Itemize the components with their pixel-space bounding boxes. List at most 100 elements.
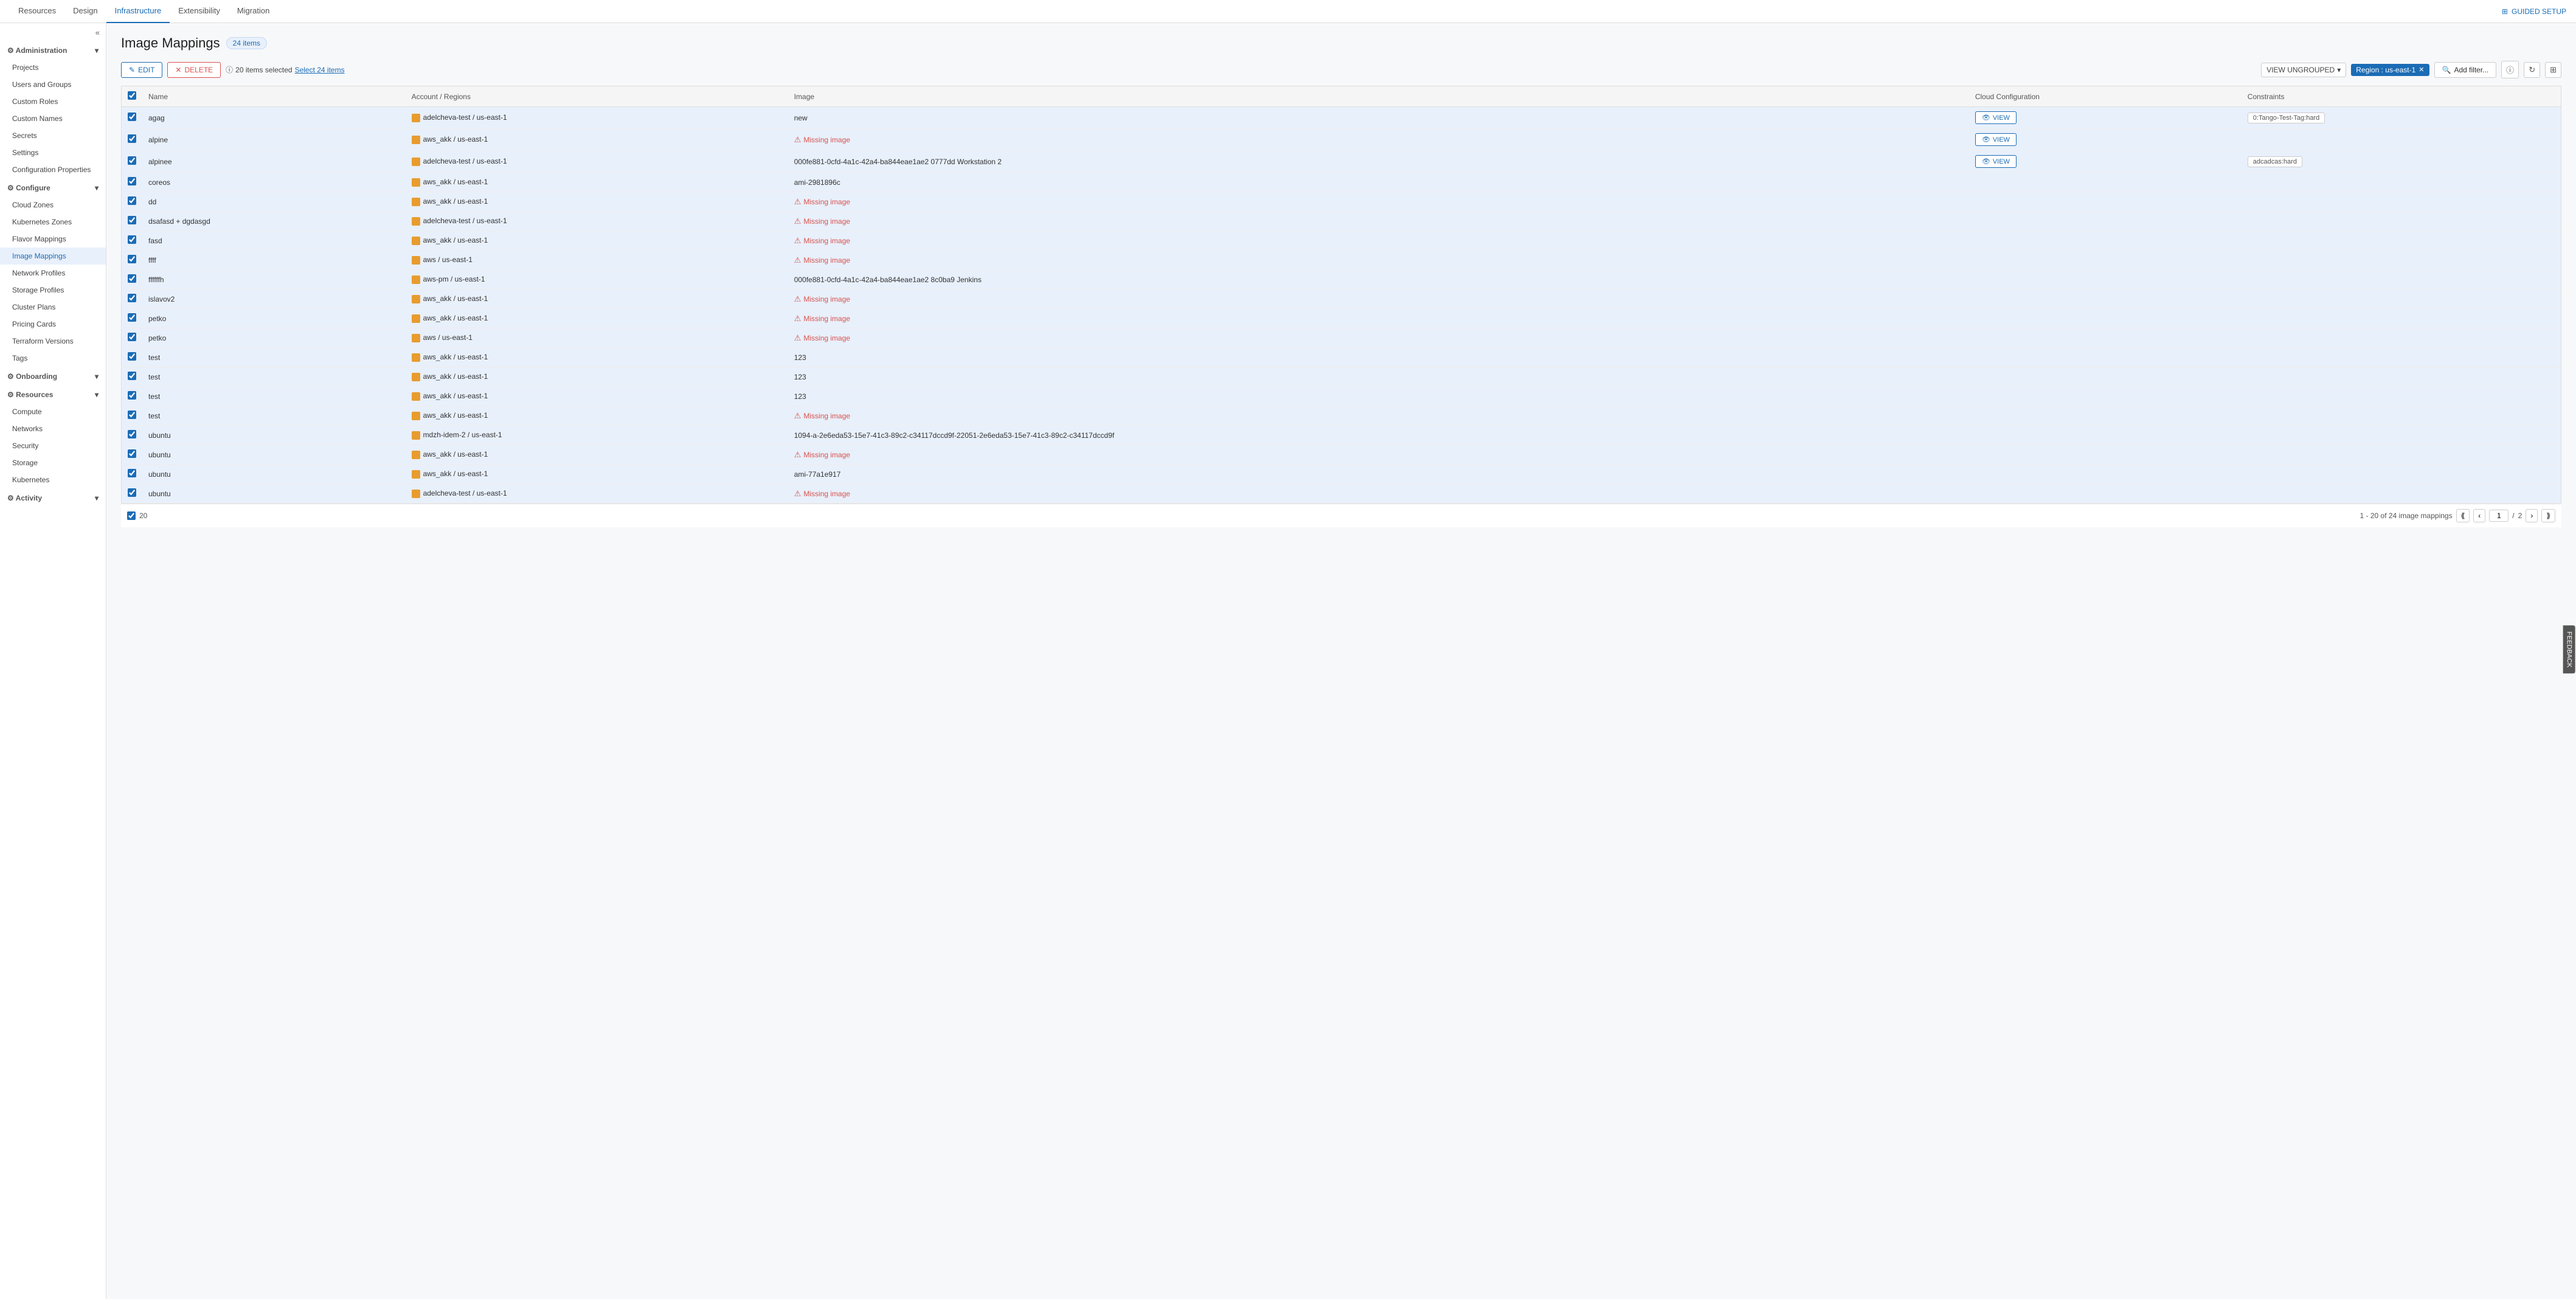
current-page-input[interactable] xyxy=(2489,510,2508,522)
filter-remove-btn[interactable]: ✕ xyxy=(2418,66,2424,74)
row-checkbox[interactable] xyxy=(128,449,136,458)
search-icon: 🔍 xyxy=(2442,66,2451,74)
sidebar-item-storage-profiles[interactable]: Storage Profiles xyxy=(0,282,106,299)
sidebar-item-cloud-zones[interactable]: Cloud Zones xyxy=(0,196,106,213)
sidebar-item-network-profiles[interactable]: Network Profiles xyxy=(0,265,106,282)
row-checkbox[interactable] xyxy=(128,113,136,121)
row-checkbox[interactable] xyxy=(128,391,136,400)
select-all-link[interactable]: Select 24 items xyxy=(295,66,345,74)
sidebar-item-custom-names[interactable]: Custom Names xyxy=(0,110,106,127)
last-page-btn[interactable]: ⟫ xyxy=(2541,509,2555,522)
prev-page-btn[interactable]: ‹ xyxy=(2473,509,2485,522)
section-configure-label: ⚙ Configure xyxy=(7,184,50,192)
columns-button[interactable]: ⊞ xyxy=(2545,62,2561,78)
view-cloud-config-btn[interactable]: 👁 VIEW xyxy=(1975,133,2017,146)
row-checkbox[interactable] xyxy=(128,255,136,263)
sidebar-item-image-mappings[interactable]: Image Mappings xyxy=(0,248,106,265)
search-button[interactable]: 🔍 Add filter... xyxy=(2434,62,2497,78)
cell-name: ffffffh xyxy=(142,270,406,289)
table-row: ddaws_akk / us-east-1⚠ Missing image xyxy=(122,192,2561,212)
missing-image-label: ⚠ Missing image xyxy=(794,135,1963,145)
view-cloud-config-btn[interactable]: 👁 VIEW xyxy=(1975,111,2017,124)
missing-image-label: ⚠ Missing image xyxy=(794,489,1963,499)
edit-button[interactable]: ✎ EDIT xyxy=(121,62,162,78)
row-checkbox[interactable] xyxy=(128,333,136,341)
sidebar-item-pricing-cards[interactable]: Pricing Cards xyxy=(0,316,106,333)
nav-infrastructure[interactable]: Infrastructure xyxy=(106,0,170,23)
edit-icon: ✎ xyxy=(129,66,135,74)
refresh-button[interactable]: ↻ xyxy=(2524,62,2540,78)
sidebar-item-config-properties[interactable]: Configuration Properties xyxy=(0,161,106,178)
info-button[interactable]: ⓘ xyxy=(2501,61,2519,78)
nav-resources[interactable]: Resources xyxy=(10,0,64,23)
row-checkbox[interactable] xyxy=(128,294,136,302)
delete-icon: ✕ xyxy=(175,66,181,74)
table-row: testaws_akk / us-east-1123 xyxy=(122,348,2561,367)
sidebar-item-cluster-plans[interactable]: Cluster Plans xyxy=(0,299,106,316)
table-row: testaws_akk / us-east-1⚠ Missing image xyxy=(122,406,2561,426)
sidebar-item-terraform-versions[interactable]: Terraform Versions xyxy=(0,333,106,350)
section-configure-header[interactable]: ⚙ Configure ▾ xyxy=(0,179,106,196)
row-checkbox[interactable] xyxy=(128,216,136,224)
section-onboarding-header[interactable]: ⚙ Onboarding ▾ xyxy=(0,368,106,385)
sidebar-item-compute[interactable]: Compute xyxy=(0,403,106,420)
sidebar-collapse-btn[interactable]: « xyxy=(0,23,106,42)
cell-image: 123 xyxy=(788,348,1969,367)
sidebar-item-users-and-groups[interactable]: Users and Groups xyxy=(0,76,106,93)
next-page-btn[interactable]: › xyxy=(2526,509,2538,522)
row-checkbox[interactable] xyxy=(128,469,136,477)
row-checkbox[interactable] xyxy=(128,372,136,380)
sidebar-item-networks[interactable]: Networks xyxy=(0,420,106,437)
row-checkbox[interactable] xyxy=(128,235,136,244)
row-checkbox[interactable] xyxy=(128,177,136,185)
sidebar-item-flavor-mappings[interactable]: Flavor Mappings xyxy=(0,230,106,248)
section-resources-header[interactable]: ⚙ Resources ▾ xyxy=(0,386,106,403)
view-cloud-config-btn[interactable]: 👁 VIEW xyxy=(1975,155,2017,168)
row-checkbox[interactable] xyxy=(128,410,136,419)
sidebar-item-tags[interactable]: Tags xyxy=(0,350,106,367)
footer-checkbox[interactable] xyxy=(127,511,136,520)
guided-setup-btn[interactable]: ⊞ GUIDED SETUP xyxy=(2502,7,2566,16)
row-checkbox[interactable] xyxy=(128,156,136,165)
cell-cloud-config: 👁 VIEW xyxy=(1969,151,2242,173)
selection-count: 20 items selected xyxy=(235,66,292,74)
cell-name: ubuntu xyxy=(142,465,406,484)
row-checkbox[interactable] xyxy=(128,196,136,205)
nav-extensibility[interactable]: Extensibility xyxy=(170,0,229,23)
warning-icon: ⚠ xyxy=(794,411,802,421)
feedback-tab[interactable]: FEEDBACK xyxy=(2563,625,2575,673)
row-checkbox[interactable] xyxy=(128,134,136,143)
cell-cloud-config xyxy=(1969,445,2242,465)
section-administration-header[interactable]: ⚙ Administration ▾ xyxy=(0,42,106,59)
select-all-checkbox[interactable] xyxy=(128,91,136,100)
cell-constraints xyxy=(2242,231,2561,251)
sidebar-item-projects[interactable]: Projects xyxy=(0,59,106,76)
sidebar-item-storage[interactable]: Storage xyxy=(0,454,106,471)
row-checkbox[interactable] xyxy=(128,430,136,438)
row-checkbox[interactable] xyxy=(128,352,136,361)
row-checkbox[interactable] xyxy=(128,274,136,283)
account-icon xyxy=(412,217,420,226)
section-activity-header[interactable]: ⚙ Activity ▾ xyxy=(0,490,106,507)
cell-image: ⚠ Missing image xyxy=(788,484,1969,504)
row-checkbox[interactable] xyxy=(128,313,136,322)
cell-constraints xyxy=(2242,270,2561,289)
view-ungrouped-btn[interactable]: VIEW UNGROUPED ▾ xyxy=(2261,63,2346,77)
sidebar-item-security[interactable]: Security xyxy=(0,437,106,454)
sidebar-item-custom-roles[interactable]: Custom Roles xyxy=(0,93,106,110)
cell-image: ami-2981896c xyxy=(788,173,1969,192)
cell-image: ⚠ Missing image xyxy=(788,309,1969,328)
first-page-btn[interactable]: ⟪ xyxy=(2456,509,2470,522)
row-checkbox[interactable] xyxy=(128,488,136,497)
nav-design[interactable]: Design xyxy=(64,0,106,23)
cell-name: alpine xyxy=(142,129,406,151)
sidebar-item-settings[interactable]: Settings xyxy=(0,144,106,161)
sidebar-item-secrets[interactable]: Secrets xyxy=(0,127,106,144)
warning-icon: ⚠ xyxy=(794,489,802,499)
cell-image: new xyxy=(788,107,1969,129)
constraint-tag: adcadcas:hard xyxy=(2248,156,2302,167)
nav-migration[interactable]: Migration xyxy=(229,0,278,23)
delete-button[interactable]: ✕ DELETE xyxy=(167,62,221,78)
sidebar-item-kubernetes[interactable]: Kubernetes xyxy=(0,471,106,488)
sidebar-item-kubernetes-zones[interactable]: Kubernetes Zones xyxy=(0,213,106,230)
